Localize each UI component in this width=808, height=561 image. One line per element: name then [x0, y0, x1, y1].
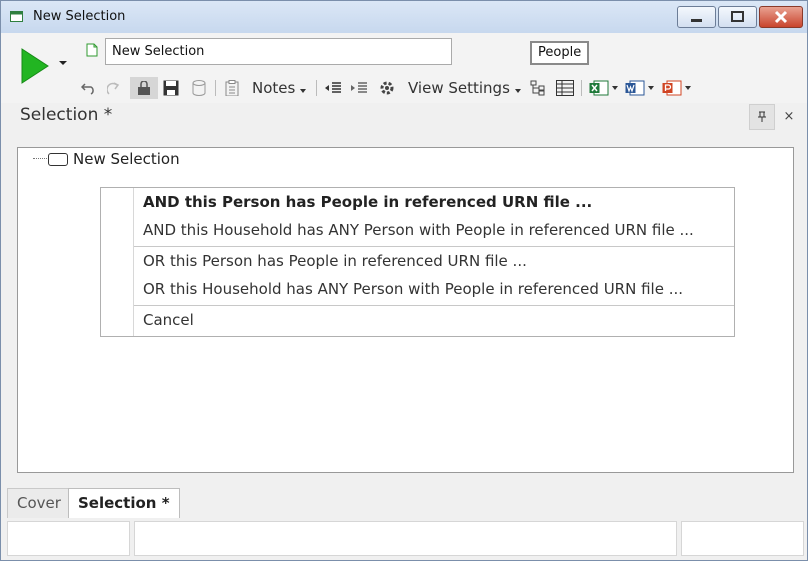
gear-icon [380, 81, 394, 95]
document-icon [86, 43, 98, 57]
notes-caret [300, 89, 307, 93]
powerpoint-caret [684, 86, 691, 90]
tab-cover[interactable]: Cover [7, 488, 71, 518]
panel-title: Selection * [20, 105, 113, 125]
save-icon [163, 80, 179, 96]
selection-name-input[interactable] [105, 38, 452, 65]
lock-button[interactable] [130, 77, 158, 99]
indent-right-button[interactable] [348, 77, 370, 99]
menu-item-or-household[interactable]: OR this Household has ANY Person with Pe… [143, 280, 683, 298]
view-settings-menu[interactable]: View Settings [408, 79, 521, 97]
settings-button[interactable] [376, 77, 398, 99]
close-panel-button[interactable]: × [779, 104, 799, 128]
export-excel-button[interactable] [587, 77, 619, 99]
undo-button[interactable] [79, 77, 99, 99]
tree-view-button[interactable] [528, 77, 548, 99]
run-dropdown-caret[interactable] [59, 61, 67, 65]
maximize-icon [731, 11, 744, 22]
tree-root-label[interactable]: New Selection [73, 150, 180, 168]
menu-separator [134, 305, 734, 306]
save-button[interactable] [161, 77, 181, 99]
window-title: New Selection [33, 9, 126, 24]
menu-item-and-person[interactable]: AND this Person has People in referenced… [143, 193, 592, 211]
toolbar-separator [215, 80, 216, 96]
close-window-button[interactable] [759, 6, 803, 28]
excel-icon [589, 80, 608, 96]
table-icon [556, 80, 574, 96]
redo-button[interactable] [105, 77, 125, 99]
menu-item-cancel[interactable]: Cancel [143, 311, 194, 329]
word-caret [647, 86, 654, 90]
menu-separator [134, 246, 734, 247]
maximize-button[interactable] [718, 6, 757, 28]
database-button[interactable] [189, 77, 209, 99]
tab-selection[interactable]: Selection * [68, 488, 180, 518]
title-bar: New Selection [1, 1, 807, 33]
toolbar-separator [581, 80, 582, 96]
excel-caret [611, 86, 618, 90]
clipboard-icon [225, 80, 239, 96]
minimize-icon [691, 19, 702, 22]
tree-node-icon[interactable] [48, 153, 68, 166]
window-icon [10, 11, 23, 22]
tree-connector [33, 158, 47, 159]
status-bar [1, 519, 807, 560]
pin-icon [758, 111, 766, 122]
close-icon [774, 10, 788, 24]
play-icon[interactable] [21, 48, 49, 84]
word-icon [625, 80, 644, 96]
lock-icon [138, 81, 150, 95]
table-view-button[interactable] [554, 77, 576, 99]
export-powerpoint-button[interactable] [659, 77, 693, 99]
menu-gutter [101, 188, 134, 336]
menu-item-or-person[interactable]: OR this Person has People in referenced … [143, 252, 527, 270]
toolbar-separator [316, 80, 317, 96]
status-cell [134, 521, 677, 556]
notes-menu[interactable]: Notes [252, 79, 307, 97]
status-cell [7, 521, 130, 556]
indent-icon [351, 82, 367, 93]
powerpoint-icon [662, 80, 681, 96]
redo-icon [107, 82, 120, 95]
indent-left-button[interactable] [322, 77, 344, 99]
menu-item-and-household[interactable]: AND this Household has ANY Person with P… [143, 221, 694, 239]
undo-icon [81, 83, 94, 95]
minimize-button[interactable] [677, 6, 716, 28]
view-settings-label: View Settings [408, 79, 510, 97]
database-icon [192, 80, 206, 96]
application-window: New Selection People Notes [0, 0, 808, 561]
outdent-icon [325, 82, 341, 93]
view-settings-caret [514, 89, 521, 93]
export-word-button[interactable] [623, 77, 655, 99]
clipboard-button[interactable] [222, 77, 242, 99]
status-cell [681, 521, 804, 556]
people-button[interactable]: People [530, 41, 590, 65]
tree-structure-icon [530, 80, 545, 96]
pin-panel-button[interactable] [749, 104, 775, 130]
context-menu: AND this Person has People in referenced… [100, 187, 735, 337]
notes-label: Notes [252, 79, 296, 97]
